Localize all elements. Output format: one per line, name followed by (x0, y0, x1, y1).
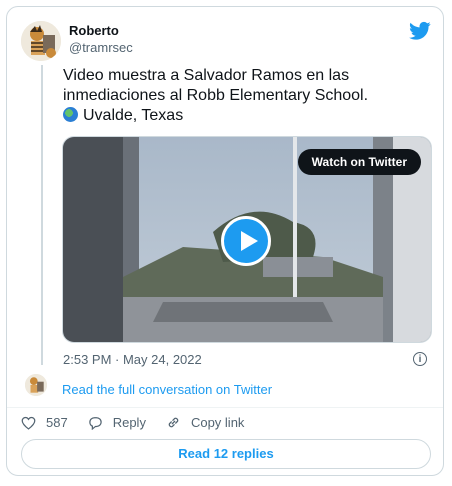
reply-button[interactable]: Reply (88, 415, 146, 430)
actions-divider (7, 407, 443, 408)
tweet-text: Video muestra a Salvador Ramos en las in… (63, 66, 433, 126)
author-avatar[interactable] (21, 21, 61, 61)
tweet-timestamp[interactable]: 2:53 PM · May 24, 2022 (63, 352, 202, 367)
link-icon (168, 417, 179, 428)
like-button[interactable]: 587 (21, 415, 68, 430)
tweet-text-line: Video muestra a Salvador Ramos en las (63, 67, 350, 84)
tweet-actions: 587 Reply Copy link (21, 415, 264, 430)
twitter-bird-icon[interactable] (409, 21, 431, 41)
reply-icon (88, 416, 102, 430)
reply-label: Reply (112, 415, 146, 430)
tweet-location: Uvalde, Texas (83, 107, 184, 124)
author-name[interactable]: Roberto (69, 23, 119, 38)
watch-on-twitter-button[interactable]: Watch on Twitter (297, 149, 421, 175)
thread-connector-line (41, 65, 43, 365)
read-replies-button[interactable]: Read 12 replies (21, 439, 431, 469)
conversation-avatar (25, 374, 47, 396)
info-icon[interactable]: i (413, 352, 427, 366)
tweet-text-line: inmediaciones al Robb Elementary School. (63, 87, 369, 104)
read-conversation-link[interactable]: Read the full conversation on Twitter (62, 382, 272, 397)
heart-icon (21, 416, 36, 430)
video-player[interactable]: Watch on Twitter (62, 136, 432, 343)
copy-link-label: Copy link (190, 415, 245, 430)
copy-link-button[interactable]: Copy link (166, 415, 244, 430)
tweet-embed-card: Roberto @tramrsec Video muestra a Salvad… (6, 6, 444, 476)
globe-icon (63, 107, 78, 122)
play-icon[interactable] (221, 216, 271, 266)
author-handle[interactable]: @tramrsec (69, 40, 133, 55)
tweet-location-line: Uvalde, Texas (63, 106, 433, 126)
like-count: 587 (46, 415, 68, 430)
